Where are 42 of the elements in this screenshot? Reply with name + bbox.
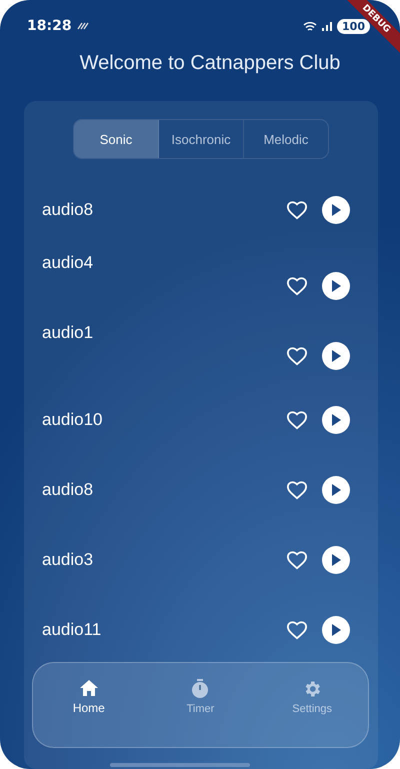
status-time: 18:28 bbox=[27, 18, 72, 34]
category-tab[interactable]: Isochronic bbox=[159, 120, 244, 158]
track-name: audio3 bbox=[42, 550, 94, 570]
play-button[interactable] bbox=[322, 272, 350, 300]
home-icon bbox=[78, 679, 99, 697]
heart-icon[interactable] bbox=[286, 550, 308, 570]
play-icon bbox=[331, 414, 341, 426]
play-icon bbox=[331, 280, 341, 292]
heart-icon[interactable] bbox=[286, 276, 308, 296]
heart-icon[interactable] bbox=[286, 620, 308, 640]
play-button[interactable] bbox=[322, 406, 350, 434]
track-name: audio11 bbox=[42, 620, 102, 640]
play-button[interactable] bbox=[322, 546, 350, 574]
nav-item[interactable]: Timer bbox=[155, 679, 246, 715]
track-name: audio8 bbox=[42, 200, 94, 220]
play-button[interactable] bbox=[322, 196, 350, 224]
heart-icon[interactable] bbox=[286, 200, 308, 220]
track-name: audio4 bbox=[42, 253, 94, 273]
play-button[interactable] bbox=[322, 342, 350, 370]
wifi-icon bbox=[303, 20, 318, 32]
play-icon bbox=[331, 554, 341, 566]
heart-icon[interactable] bbox=[286, 480, 308, 500]
welcome-title: Welcome to Catnappers Club bbox=[78, 52, 342, 75]
track-name: audio10 bbox=[42, 410, 103, 430]
nav-item[interactable]: Home bbox=[44, 679, 134, 715]
track-name: audio1 bbox=[42, 323, 94, 343]
nav-item[interactable]: Settings bbox=[267, 679, 358, 715]
play-icon bbox=[331, 350, 341, 362]
play-icon bbox=[331, 484, 341, 496]
category-tab[interactable]: Sonic bbox=[74, 120, 159, 158]
heart-icon[interactable] bbox=[286, 410, 308, 430]
battery-level: 100 bbox=[337, 18, 370, 34]
track-name: audio8 bbox=[42, 480, 94, 500]
play-icon bbox=[331, 624, 341, 636]
play-button[interactable] bbox=[322, 476, 350, 504]
cellular-signal-icon bbox=[322, 21, 332, 31]
category-tab[interactable]: Melodic bbox=[244, 120, 328, 158]
stopwatch-icon bbox=[190, 679, 210, 699]
signal-icon bbox=[76, 22, 89, 30]
play-button[interactable] bbox=[322, 616, 350, 644]
heart-icon[interactable] bbox=[286, 346, 308, 366]
play-icon bbox=[331, 204, 341, 216]
